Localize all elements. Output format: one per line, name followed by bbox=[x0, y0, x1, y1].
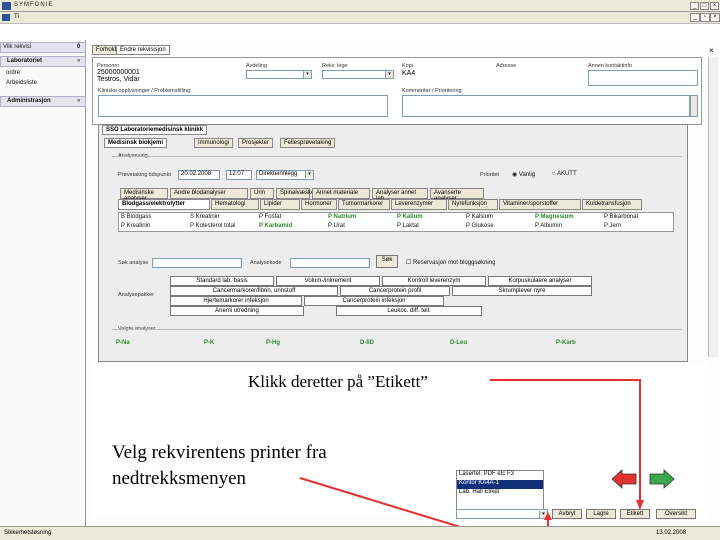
arrowhead bbox=[544, 512, 552, 520]
status-right: 13.02.2008 bbox=[656, 530, 687, 536]
status-bar: Sikkerhetsløsning 13.02.2008 bbox=[0, 526, 720, 540]
arrowhead bbox=[636, 500, 644, 510]
arrow-to-etikett bbox=[490, 379, 641, 508]
annotation-arrows bbox=[299, 379, 644, 531]
status-left: Sikkerhetsløsning bbox=[4, 530, 52, 536]
arrow-to-printer bbox=[299, 477, 549, 531]
